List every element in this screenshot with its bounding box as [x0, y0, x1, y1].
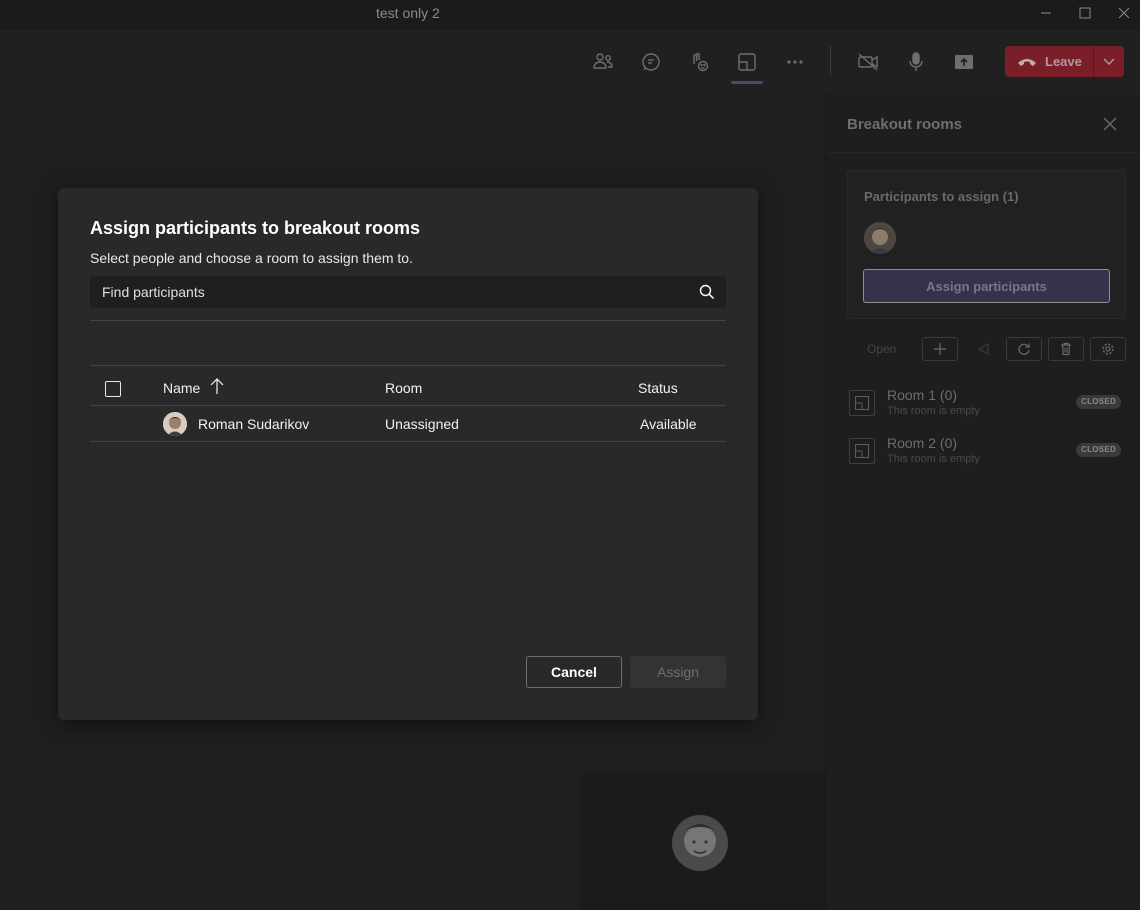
- dialog-title: Assign participants to breakout rooms: [90, 218, 421, 238]
- avatar: [163, 412, 187, 436]
- search-box: [90, 276, 726, 308]
- column-header-room[interactable]: Room: [385, 380, 422, 396]
- participant-avatar: [672, 815, 728, 871]
- room-list-item[interactable]: Room 2 (0) This room is empty CLOSED: [847, 432, 1126, 472]
- participant-room: Unassigned: [385, 416, 459, 432]
- maximize-icon[interactable]: [1072, 2, 1098, 24]
- breakout-rooms-icon[interactable]: [731, 46, 763, 84]
- room-icon: [849, 438, 875, 464]
- refresh-icon: [1018, 343, 1030, 355]
- close-window-icon[interactable]: [1111, 2, 1137, 24]
- more-icon[interactable]: [779, 46, 811, 78]
- divider: [90, 320, 726, 321]
- assign-button[interactable]: Assign: [630, 656, 726, 688]
- mic-icon[interactable]: [900, 46, 932, 78]
- sort-ascending-icon[interactable]: [209, 377, 225, 395]
- table-row[interactable]: Roman Sudarikov Unassigned Available: [90, 406, 726, 442]
- column-header-name[interactable]: Name: [163, 380, 200, 396]
- participant-name: Roman Sudarikov: [198, 416, 310, 432]
- panel-divider: [826, 152, 1140, 153]
- window-title: test only 2: [376, 5, 440, 21]
- close-icon[interactable]: [1102, 116, 1118, 132]
- assign-participants-dialog: Assign participants to breakout rooms Se…: [58, 188, 758, 720]
- room-subtitle: This room is empty: [887, 453, 980, 465]
- meeting-toolbar: Leave: [0, 30, 1140, 94]
- leave-button[interactable]: Leave: [1005, 46, 1124, 77]
- cancel-button[interactable]: Cancel: [526, 656, 622, 688]
- minimize-icon[interactable]: [1033, 2, 1059, 24]
- chat-icon[interactable]: [635, 46, 667, 78]
- hang-up-icon: [1018, 58, 1036, 66]
- breakout-rooms-panel: Breakout rooms Participants to assign (1…: [825, 94, 1140, 910]
- status-badge: CLOSED: [1076, 395, 1122, 409]
- room-list-item[interactable]: Room 1 (0) This room is empty CLOSED: [847, 384, 1126, 424]
- dialog-subtitle: Select people and choose a room to assig…: [90, 250, 413, 266]
- camera-off-icon[interactable]: [852, 46, 884, 78]
- table-top-border: [90, 365, 726, 366]
- column-header-status[interactable]: Status: [638, 380, 678, 396]
- plus-icon: [934, 343, 946, 355]
- search-input[interactable]: [90, 276, 690, 308]
- announcement-button[interactable]: [965, 337, 1001, 361]
- gear-icon: [1102, 343, 1114, 355]
- room-subtitle: This room is empty: [887, 405, 980, 417]
- add-room-button[interactable]: [922, 337, 958, 361]
- room-name: Room 1 (0): [887, 387, 958, 403]
- search-icon[interactable]: [699, 284, 715, 300]
- delete-rooms-button[interactable]: [1048, 337, 1084, 361]
- panel-title: Breakout rooms: [847, 116, 963, 133]
- room-toolbar: Open: [847, 337, 1126, 361]
- toolbar-divider: [830, 46, 831, 76]
- room-icon: [849, 390, 875, 416]
- participant-status: Available: [640, 416, 697, 432]
- assign-participants-button[interactable]: Assign participants: [863, 269, 1110, 303]
- share-icon[interactable]: [948, 46, 980, 78]
- trash-icon: [1061, 342, 1071, 356]
- announcement-icon: [977, 342, 989, 356]
- reactions-icon[interactable]: [683, 46, 715, 78]
- open-rooms-button[interactable]: Open: [867, 342, 896, 356]
- leave-label: Leave: [1045, 54, 1082, 69]
- leave-main[interactable]: Leave: [1005, 46, 1093, 77]
- recreate-rooms-button[interactable]: [1006, 337, 1042, 361]
- room-name: Room 2 (0): [887, 435, 958, 451]
- people-icon[interactable]: [587, 46, 619, 78]
- participants-to-assign-header: Participants to assign (1): [864, 189, 1019, 204]
- title-bar: test only 2: [0, 0, 1140, 30]
- table-row-border: [90, 441, 726, 442]
- chevron-down-icon[interactable]: [1094, 46, 1124, 77]
- status-badge: CLOSED: [1076, 443, 1122, 457]
- room-settings-button[interactable]: [1090, 337, 1126, 361]
- participants-to-assign-card: Participants to assign (1) Assign partic…: [847, 170, 1126, 319]
- avatar: [864, 222, 896, 254]
- select-all-checkbox[interactable]: [105, 381, 121, 397]
